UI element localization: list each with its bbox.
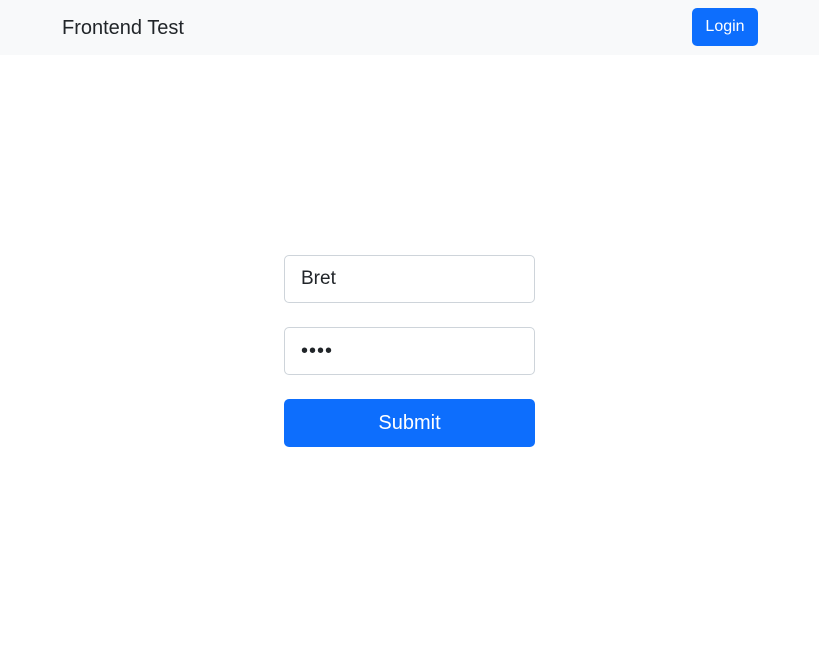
- username-input[interactable]: [284, 255, 535, 303]
- password-input[interactable]: [284, 327, 535, 375]
- navbar-brand[interactable]: Frontend Test: [62, 15, 184, 41]
- submit-button[interactable]: Submit: [284, 399, 535, 447]
- login-button[interactable]: Login: [692, 8, 758, 46]
- login-form: Submit: [284, 255, 535, 447]
- top-navbar: Frontend Test Login: [0, 0, 819, 55]
